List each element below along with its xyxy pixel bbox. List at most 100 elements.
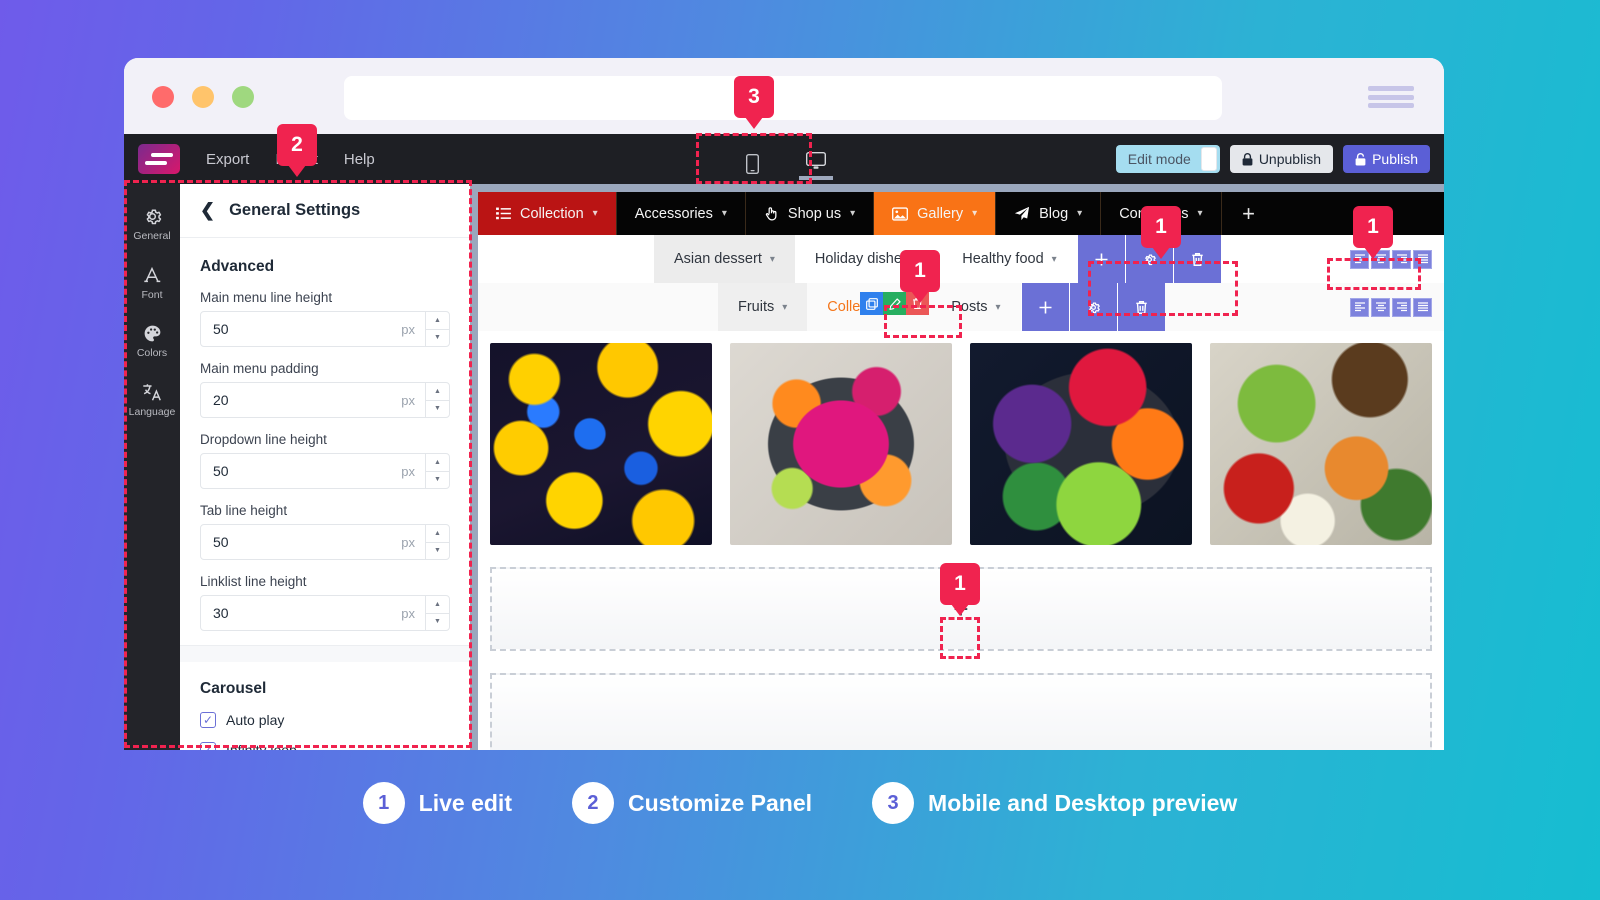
gallery-image-3[interactable]: [970, 343, 1192, 545]
field-value[interactable]: 30: [201, 596, 401, 630]
device-preview-group: [735, 134, 833, 184]
spinner[interactable]: ▲ ▼: [425, 525, 449, 559]
spinner-down-icon[interactable]: ▼: [426, 401, 449, 418]
gallery-image-4[interactable]: [1210, 343, 1432, 545]
field-value[interactable]: 50: [201, 525, 401, 559]
unpublish-button[interactable]: Unpublish: [1229, 145, 1334, 173]
window-controls: [152, 86, 254, 108]
menu-item-export[interactable]: Export: [206, 151, 249, 168]
align-left-icon[interactable]: [1350, 297, 1369, 317]
translate-icon: [143, 384, 161, 401]
rail-item-general[interactable]: General: [124, 196, 180, 254]
field-tab-line-height[interactable]: 50 px ▲ ▼: [200, 524, 450, 560]
nav-item-gallery[interactable]: Gallery ▾: [874, 192, 997, 235]
duplicate-button[interactable]: [860, 292, 883, 315]
spinner-down-icon[interactable]: ▼: [426, 543, 449, 560]
list-icon: [496, 207, 511, 220]
spinner-up-icon[interactable]: ▲: [426, 525, 449, 543]
align-justify-icon[interactable]: [1413, 297, 1432, 317]
paper-plane-icon: [1015, 206, 1030, 221]
nav-item-label: Accessories: [634, 205, 713, 222]
rail-item-language[interactable]: Language: [124, 371, 180, 430]
field-value[interactable]: 50: [201, 454, 401, 488]
add-item-button[interactable]: [1076, 235, 1125, 283]
checkbox-auto-play[interactable]: ✓ Auto play: [200, 712, 450, 728]
rail-item-font[interactable]: Font: [124, 254, 180, 313]
hamburger-icon[interactable]: [1368, 86, 1414, 108]
field-unit: px: [401, 463, 415, 479]
spinner[interactable]: ▲ ▼: [425, 383, 449, 417]
legend-label: Live edit: [418, 789, 512, 816]
nav2-item-asian-dessert[interactable]: Asian dessert ▾: [654, 235, 795, 283]
nav2-item-healthy-food[interactable]: Healthy food ▾: [942, 235, 1076, 283]
nav3-item-fruits[interactable]: Fruits ▾: [718, 283, 808, 331]
minimize-button[interactable]: [192, 86, 214, 108]
checkbox-checked-icon[interactable]: ✓: [200, 742, 216, 750]
app-toolbar: Export Import Help Edit mode: [124, 134, 1444, 184]
field-linklist-line-height[interactable]: 30 px ▲ ▼: [200, 595, 450, 631]
align-right-icon[interactable]: [1392, 249, 1411, 269]
spinner[interactable]: ▲ ▼: [425, 454, 449, 488]
field-label: Main menu padding: [200, 361, 319, 376]
edit-mode-toggle[interactable]: Edit mode: [1115, 145, 1220, 173]
app-logo-icon[interactable]: [138, 144, 180, 174]
spinner-up-icon[interactable]: ▲: [426, 383, 449, 401]
edit-button[interactable]: [883, 292, 906, 315]
chevron-down-icon: ▾: [592, 208, 598, 219]
nav-item-collection[interactable]: Collection ▾: [478, 192, 617, 235]
align-right-icon[interactable]: [1392, 297, 1411, 317]
field-label: Tab line height: [200, 503, 288, 518]
field-dropdown-line-height[interactable]: 50 px ▲ ▼: [200, 453, 450, 489]
publish-button[interactable]: Publish: [1343, 145, 1430, 173]
toolbar-actions: Edit mode Unpublish Publish: [1115, 145, 1430, 173]
gallery-image-1[interactable]: [490, 343, 712, 545]
nav-item-label: Collection: [520, 205, 584, 222]
close-button[interactable]: [152, 86, 174, 108]
maximize-button[interactable]: [232, 86, 254, 108]
spinner[interactable]: ▲ ▼: [425, 312, 449, 346]
chevron-down-icon: ▾: [972, 208, 978, 219]
nav-item-label: Fruits: [738, 299, 775, 315]
desktop-preview-button[interactable]: [799, 152, 833, 180]
mobile-preview-button[interactable]: [735, 154, 769, 180]
spinner-down-icon[interactable]: ▼: [426, 614, 449, 631]
spinner-down-icon[interactable]: ▼: [426, 330, 449, 347]
panel-title: General Settings: [229, 201, 361, 219]
spinner-up-icon[interactable]: ▲: [426, 454, 449, 472]
field-value[interactable]: 20: [201, 383, 401, 417]
field-unit: px: [401, 534, 415, 550]
image-icon: [892, 206, 909, 221]
spinner-up-icon[interactable]: ▲: [426, 312, 449, 330]
address-bar[interactable]: [344, 76, 1222, 120]
align-center-icon[interactable]: [1371, 297, 1390, 317]
spinner-up-icon[interactable]: ▲: [426, 596, 449, 614]
chevron-left-icon[interactable]: ❮: [200, 200, 215, 221]
field-main-menu-line-height[interactable]: 50 px ▲ ▼: [200, 311, 450, 347]
menu-item-help[interactable]: Help: [344, 151, 375, 168]
nav3-item-posts[interactable]: Posts ▾: [931, 283, 1020, 331]
field-value[interactable]: 50: [201, 312, 401, 346]
align-justify-icon[interactable]: [1413, 249, 1432, 269]
gallery-image-2[interactable]: [730, 343, 952, 545]
checkbox-infinity-loop[interactable]: ✓ Infinity loop: [200, 742, 450, 750]
chevron-down-icon: ▾: [1077, 208, 1083, 219]
nav-item-shop-us[interactable]: New Shop us ▾: [746, 192, 875, 235]
gear-icon: [146, 209, 161, 225]
field-main-menu-padding[interactable]: 20 px ▲ ▼: [200, 382, 450, 418]
delete-button[interactable]: [1116, 283, 1165, 331]
dropzone-empty-section-2[interactable]: [490, 673, 1432, 750]
checkbox-label: Auto play: [226, 712, 285, 728]
add-nav-item-button[interactable]: +: [1222, 192, 1276, 235]
nav-item-label: Blog: [1039, 205, 1069, 222]
add-item-button[interactable]: [1020, 283, 1069, 331]
checkbox-checked-icon[interactable]: ✓: [200, 712, 216, 728]
nav-item-accessories[interactable]: Accessories ▾: [617, 192, 746, 235]
toggle-knob[interactable]: [1200, 147, 1217, 171]
mobile-icon: [745, 154, 759, 174]
rail-item-colors[interactable]: Colors: [124, 313, 180, 371]
settings-button[interactable]: [1068, 283, 1117, 331]
spinner[interactable]: ▲ ▼: [425, 596, 449, 630]
nav-item-blog[interactable]: Blog ▾: [996, 192, 1102, 235]
spinner-down-icon[interactable]: ▼: [426, 472, 449, 489]
